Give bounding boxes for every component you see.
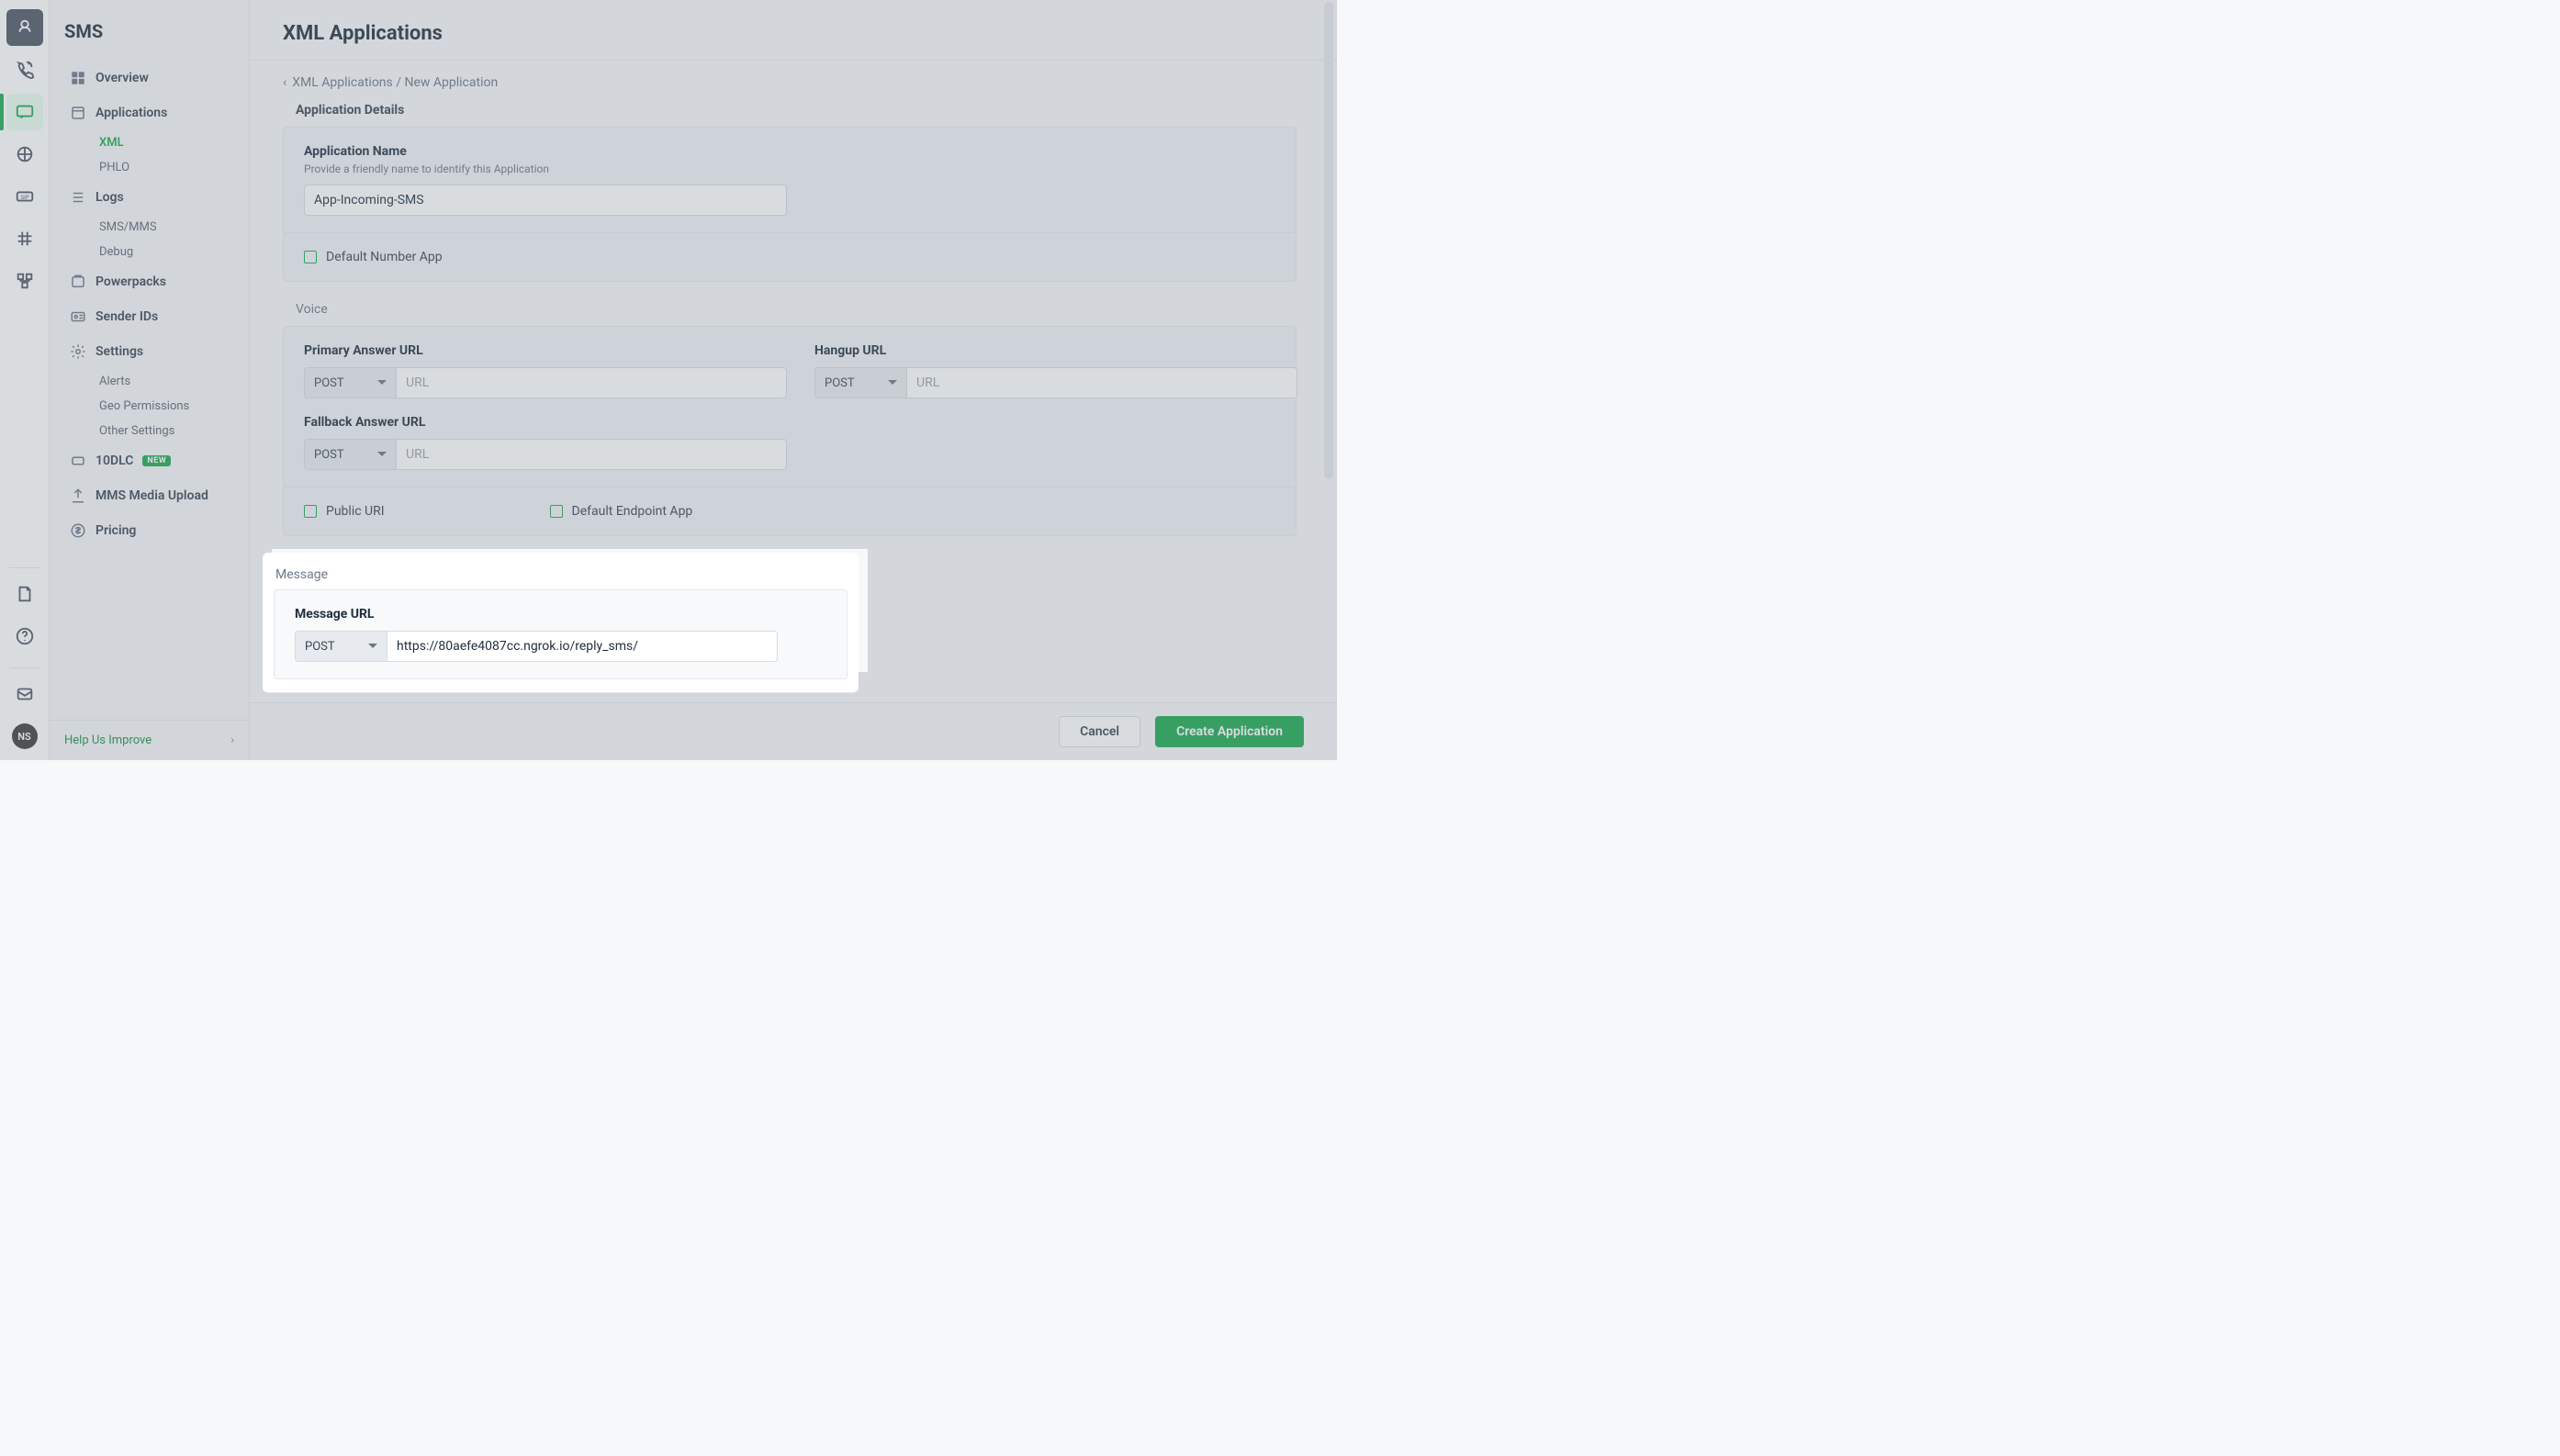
footer: Cancel Create Application — [250, 702, 1337, 760]
powerpacks-icon — [70, 274, 86, 290]
chevron-left-icon: ‹ — [283, 75, 286, 90]
input-fallback-url[interactable] — [396, 439, 787, 470]
checkbox-default-number[interactable] — [304, 251, 317, 263]
input-message-url[interactable] — [387, 631, 778, 662]
support-ticket-icon[interactable] — [6, 676, 43, 712]
chevron-right-icon: › — [230, 734, 234, 747]
label-fallback-url: Fallback Answer URL — [304, 415, 1275, 430]
tendlc-icon — [70, 453, 86, 469]
nav-powerpacks-label: Powerpacks — [95, 274, 166, 289]
help-icon[interactable] — [6, 618, 43, 655]
upload-icon — [70, 487, 86, 504]
nav-othersettings[interactable]: Other Settings — [50, 419, 249, 443]
nav-pricing-label: Pricing — [95, 523, 136, 538]
checkbox-public-uri[interactable] — [304, 505, 317, 518]
section-app-details: Application Details — [263, 99, 1317, 127]
overview-icon — [70, 70, 86, 86]
input-hangup-url[interactable] — [906, 367, 1297, 398]
card-app-details: Application Name Provide a friendly name… — [283, 127, 1297, 282]
nav-logs[interactable]: Logs — [50, 180, 249, 215]
section-message: Message — [263, 553, 859, 589]
nav-alerts[interactable]: Alerts — [50, 369, 249, 394]
create-button[interactable]: Create Application — [1155, 716, 1304, 747]
senderids-icon — [70, 308, 86, 325]
help-improve-button[interactable]: Help Us Improve › — [50, 720, 249, 760]
phone-icon[interactable] — [6, 51, 43, 88]
network-icon[interactable] — [6, 263, 43, 299]
card-message: Message URL POST — [263, 589, 859, 693]
zentrunk-icon[interactable] — [6, 136, 43, 173]
select-message-method[interactable]: POST — [295, 631, 387, 662]
new-badge: NEW — [142, 455, 171, 466]
chk-default-endpoint-row[interactable]: Default Endpoint App — [550, 504, 693, 519]
nav-applications-label: Applications — [95, 106, 167, 120]
sidebar-title: SMS — [50, 0, 249, 61]
nav-powerpacks[interactable]: Powerpacks — [50, 264, 249, 299]
main-header: XML Applications — [250, 0, 1337, 61]
scrollbar[interactable] — [1322, 2, 1335, 758]
nav-applications[interactable]: Applications — [50, 95, 249, 130]
nav-smsmms[interactable]: SMS/MMS — [50, 215, 249, 240]
chk-public-uri-row[interactable]: Public URI — [304, 504, 385, 519]
help-app-name: Provide a friendly name to identify this… — [304, 162, 1275, 175]
brand-icon[interactable] — [6, 9, 43, 46]
iconrail: SIP NS — [0, 0, 50, 760]
help-improve-label: Help Us Improve — [64, 734, 152, 747]
nav-overview[interactable]: Overview — [50, 61, 249, 95]
nav-geoperm[interactable]: Geo Permissions — [50, 394, 249, 419]
pricing-icon — [70, 522, 86, 539]
select-primary-method[interactable]: POST — [304, 367, 396, 398]
nav-mmsmedia[interactable]: MMS Media Upload — [50, 478, 249, 513]
nav-pricing[interactable]: Pricing — [50, 513, 249, 548]
nav-senderids[interactable]: Sender IDs — [50, 299, 249, 334]
card-voice: Primary Answer URL POST Hangup URL POST — [283, 326, 1297, 536]
input-primary-url[interactable] — [396, 367, 787, 398]
section-voice: Voice — [263, 282, 1317, 326]
checkbox-default-endpoint[interactable] — [550, 505, 563, 518]
main: XML Applications ‹ XML Applications / Ne… — [250, 0, 1337, 760]
select-fallback-method[interactable]: POST — [304, 439, 396, 470]
nav-xml[interactable]: XML — [50, 130, 249, 155]
label-hangup-url: Hangup URL — [814, 343, 1297, 358]
logs-icon — [70, 189, 86, 206]
nav-senderids-label: Sender IDs — [95, 309, 158, 324]
nav-debug[interactable]: Debug — [50, 240, 249, 264]
nav-10dlc[interactable]: 10DLC NEW — [50, 443, 249, 478]
sip-icon[interactable]: SIP — [6, 178, 43, 215]
cancel-button[interactable]: Cancel — [1059, 716, 1140, 747]
label-message-url: Message URL — [295, 607, 826, 622]
breadcrumb-label: XML Applications / New Application — [292, 75, 498, 90]
nav-settings[interactable]: Settings — [50, 334, 249, 369]
label-app-name: Application Name — [304, 144, 1275, 159]
settings-icon — [70, 343, 86, 360]
docs-icon[interactable] — [6, 576, 43, 612]
label-default-endpoint: Default Endpoint App — [572, 504, 693, 519]
svg-text:SIP: SIP — [20, 194, 29, 201]
avatar[interactable]: NS — [12, 723, 38, 749]
chk-default-number-row[interactable]: Default Number App — [304, 250, 1275, 264]
sidebar: SMS Overview Applications XML PHLO Logs … — [50, 0, 250, 760]
nav-settings-label: Settings — [95, 344, 143, 359]
nav-logs-label: Logs — [95, 190, 124, 205]
applications-icon — [70, 105, 86, 121]
select-hangup-method[interactable]: POST — [814, 367, 906, 398]
breadcrumb[interactable]: ‹ XML Applications / New Application — [250, 61, 1337, 99]
nav-overview-label: Overview — [95, 71, 149, 85]
page-title: XML Applications — [283, 22, 1304, 45]
nav-mmsmedia-label: MMS Media Upload — [95, 488, 208, 503]
label-default-number: Default Number App — [326, 250, 443, 264]
nav-phlo[interactable]: PHLO — [50, 155, 249, 180]
messaging-icon[interactable] — [6, 94, 43, 130]
scroll-thumb[interactable] — [1324, 2, 1333, 479]
nav-10dlc-label: 10DLC — [95, 454, 133, 468]
label-primary-url: Primary Answer URL — [304, 343, 787, 358]
numbers-icon[interactable] — [6, 220, 43, 257]
input-app-name[interactable] — [304, 185, 787, 216]
label-public-uri: Public URI — [326, 504, 385, 519]
